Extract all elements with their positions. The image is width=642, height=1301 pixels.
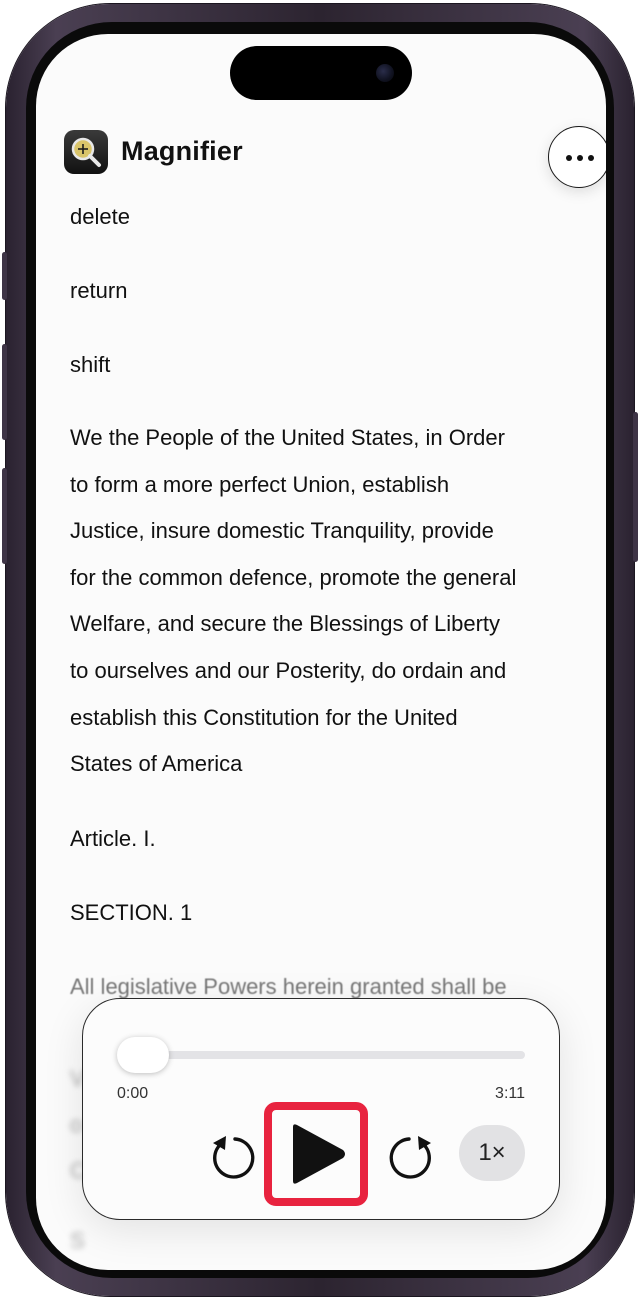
skip-back-button[interactable] xyxy=(205,1131,257,1188)
skip-forward-icon xyxy=(389,1136,431,1179)
ellipsis-icon xyxy=(566,155,594,161)
audio-player: 0:00 3:11 1× xyxy=(82,998,560,1220)
text-line: Welfare, and secure the Blessings of Lib… xyxy=(70,611,501,637)
article-heading: Article. I. xyxy=(70,826,156,851)
blurred-text: o xyxy=(70,1112,83,1137)
text-line: return xyxy=(70,278,128,303)
playback-speed-button[interactable]: 1× xyxy=(459,1125,525,1181)
power-button xyxy=(633,412,638,562)
blurred-text: S xyxy=(70,1228,85,1253)
text-line: shift xyxy=(70,352,111,377)
progress-track[interactable] xyxy=(119,1051,525,1059)
elapsed-time: 0:00 xyxy=(117,1085,149,1102)
action-button xyxy=(2,252,7,300)
total-duration: 3:11 xyxy=(495,1085,525,1102)
text-line: We the People of the United States, in O… xyxy=(70,425,505,450)
text-line: to ourselves and our Posterity, do ordai… xyxy=(70,657,507,683)
volume-down-button xyxy=(2,468,7,564)
preamble-paragraph: We the People of the United States, in O… xyxy=(70,415,580,788)
app-title: Magnifier xyxy=(121,136,243,166)
app-header: Magnifier xyxy=(64,126,606,188)
text-line: delete xyxy=(70,204,130,229)
section-heading: SECTION. 1 xyxy=(70,900,193,925)
text-line: to form a more perfect Union, establish xyxy=(70,471,450,497)
volume-up-button xyxy=(2,344,7,440)
text-line: establish this Constitution for the Unit… xyxy=(70,704,458,730)
magnifier-app-icon xyxy=(64,130,108,174)
screen: Magnifier delete return shift We the Peo… xyxy=(36,34,606,1270)
dynamic-island xyxy=(230,46,412,100)
skip-back-icon xyxy=(213,1136,255,1179)
text-line: for the common defence, promote the gene… xyxy=(70,564,517,590)
play-button-highlight xyxy=(264,1102,368,1206)
skip-forward-button[interactable] xyxy=(387,1131,439,1188)
text-line: States of America xyxy=(70,751,243,777)
progress-thumb[interactable] xyxy=(117,1037,169,1073)
more-options-button[interactable] xyxy=(548,126,606,188)
text-line: Justice, insure domestic Tranquility, pr… xyxy=(70,518,494,544)
camera-icon xyxy=(376,64,394,82)
